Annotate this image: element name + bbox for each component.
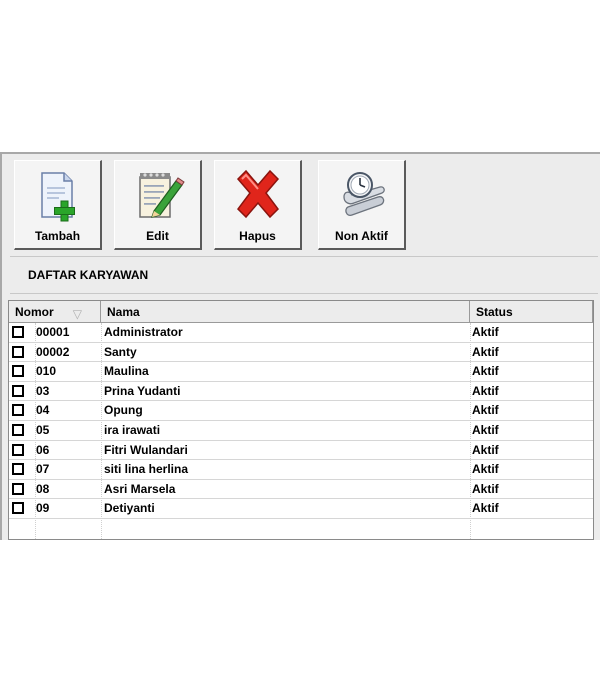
cell-nomor: 00002 — [36, 344, 70, 359]
table-row[interactable]: 00002 Santy Aktif — [9, 343, 593, 363]
tambah-label: Tambah — [34, 229, 81, 243]
row-checkbox[interactable] — [12, 384, 24, 397]
cell-nama: Santy — [104, 344, 137, 359]
cell-status: Aktif — [472, 462, 499, 477]
page-title: DAFTAR KARYAWAN — [28, 268, 149, 282]
column-header-nomor[interactable]: Nomor ▽ — [9, 301, 101, 323]
row-checkbox[interactable] — [12, 482, 24, 495]
cell-status: Aktif — [472, 403, 499, 418]
employee-table: Nomor ▽ Nama Status 00001 Administrator … — [8, 300, 594, 540]
clock-scroll-icon — [342, 172, 385, 216]
tambah-button[interactable]: Tambah — [14, 160, 102, 250]
cell-nomor: 07 — [36, 462, 50, 477]
cell-nama: Prina Yudanti — [104, 383, 181, 398]
hapus-label: Hapus — [239, 229, 276, 243]
cell-nomor: 04 — [36, 403, 50, 418]
table-header: Nomor ▽ Nama Status — [9, 301, 593, 323]
document-add-icon — [40, 172, 75, 222]
table-row[interactable]: 05 ira irawati Aktif — [9, 421, 593, 441]
table-row[interactable]: 06 Fitri Wulandari Aktif — [9, 441, 593, 461]
cell-nama: Maulina — [104, 364, 149, 379]
cell-status: Aktif — [472, 442, 499, 457]
row-checkbox[interactable] — [12, 404, 24, 417]
row-checkbox[interactable] — [12, 443, 24, 456]
cell-nomor: 06 — [36, 442, 50, 457]
column-header-nama-label: Nama — [107, 305, 140, 319]
row-checkbox[interactable] — [12, 365, 24, 378]
toolbar: Tambah Edit Hapus Non Aktif — [2, 154, 600, 254]
non-aktif-label: Non Aktif — [335, 229, 388, 243]
employee-window: Tambah Edit Hapus Non Aktif DAFTAR KARYA… — [0, 152, 600, 540]
cell-nomor: 010 — [36, 364, 57, 379]
column-header-status[interactable]: Status — [470, 301, 593, 323]
table-row[interactable]: 010 Maulina Aktif — [9, 362, 593, 382]
column-header-status-label: Status — [476, 305, 513, 319]
table-row[interactable]: 09 Detiyanti Aktif — [9, 499, 593, 519]
cell-nomor: 08 — [36, 481, 50, 496]
cell-nomor: 09 — [36, 501, 50, 516]
cell-status: Aktif — [472, 364, 499, 379]
row-checkbox[interactable] — [12, 326, 24, 338]
row-checkbox[interactable] — [12, 424, 24, 436]
cell-nomor: 03 — [36, 383, 50, 398]
table-row[interactable]: 08 Asri Marsela Aktif — [9, 480, 593, 500]
table-row[interactable]: 04 Opung Aktif — [9, 401, 593, 421]
cell-nomor: 05 — [36, 423, 50, 437]
section-header: DAFTAR KARYAWAN — [10, 256, 598, 294]
cell-status: Aktif — [472, 423, 499, 437]
cell-status: Aktif — [472, 325, 499, 339]
row-checkbox[interactable] — [12, 345, 24, 358]
row-checkbox[interactable] — [12, 463, 24, 476]
column-header-nama[interactable]: Nama — [101, 301, 470, 323]
table-row[interactable]: 03 Prina Yudanti Aktif — [9, 382, 593, 402]
cell-nama: Fitri Wulandari — [104, 442, 188, 457]
cell-status: Aktif — [472, 501, 499, 516]
cell-nama: Opung — [104, 403, 143, 418]
cell-status: Aktif — [472, 344, 499, 359]
edit-button[interactable]: Edit — [114, 160, 202, 250]
row-checkbox[interactable] — [12, 502, 24, 515]
cell-nama: Asri Marsela — [104, 481, 176, 496]
edit-label: Edit — [146, 229, 169, 243]
non-aktif-button[interactable]: Non Aktif — [318, 160, 406, 250]
table-row[interactable]: 07 siti lina herlina Aktif — [9, 460, 593, 480]
notepad-pencil-icon — [138, 173, 185, 218]
red-x-icon — [236, 169, 279, 219]
column-header-nomor-label: Nomor — [15, 305, 54, 319]
cell-nama: ira irawati — [104, 423, 161, 437]
hapus-button[interactable]: Hapus — [214, 160, 302, 250]
sort-icon: ▽ — [72, 307, 82, 321]
cell-status: Aktif — [472, 383, 499, 398]
table-row[interactable]: 00001 Administrator Aktif — [9, 323, 593, 343]
cell-nama: siti lina herlina — [104, 462, 189, 477]
cell-status: Aktif — [472, 481, 499, 496]
cell-nama: Administrator — [104, 325, 183, 339]
cell-nama: Detiyanti — [104, 501, 155, 516]
cell-nomor: 00001 — [36, 325, 70, 339]
